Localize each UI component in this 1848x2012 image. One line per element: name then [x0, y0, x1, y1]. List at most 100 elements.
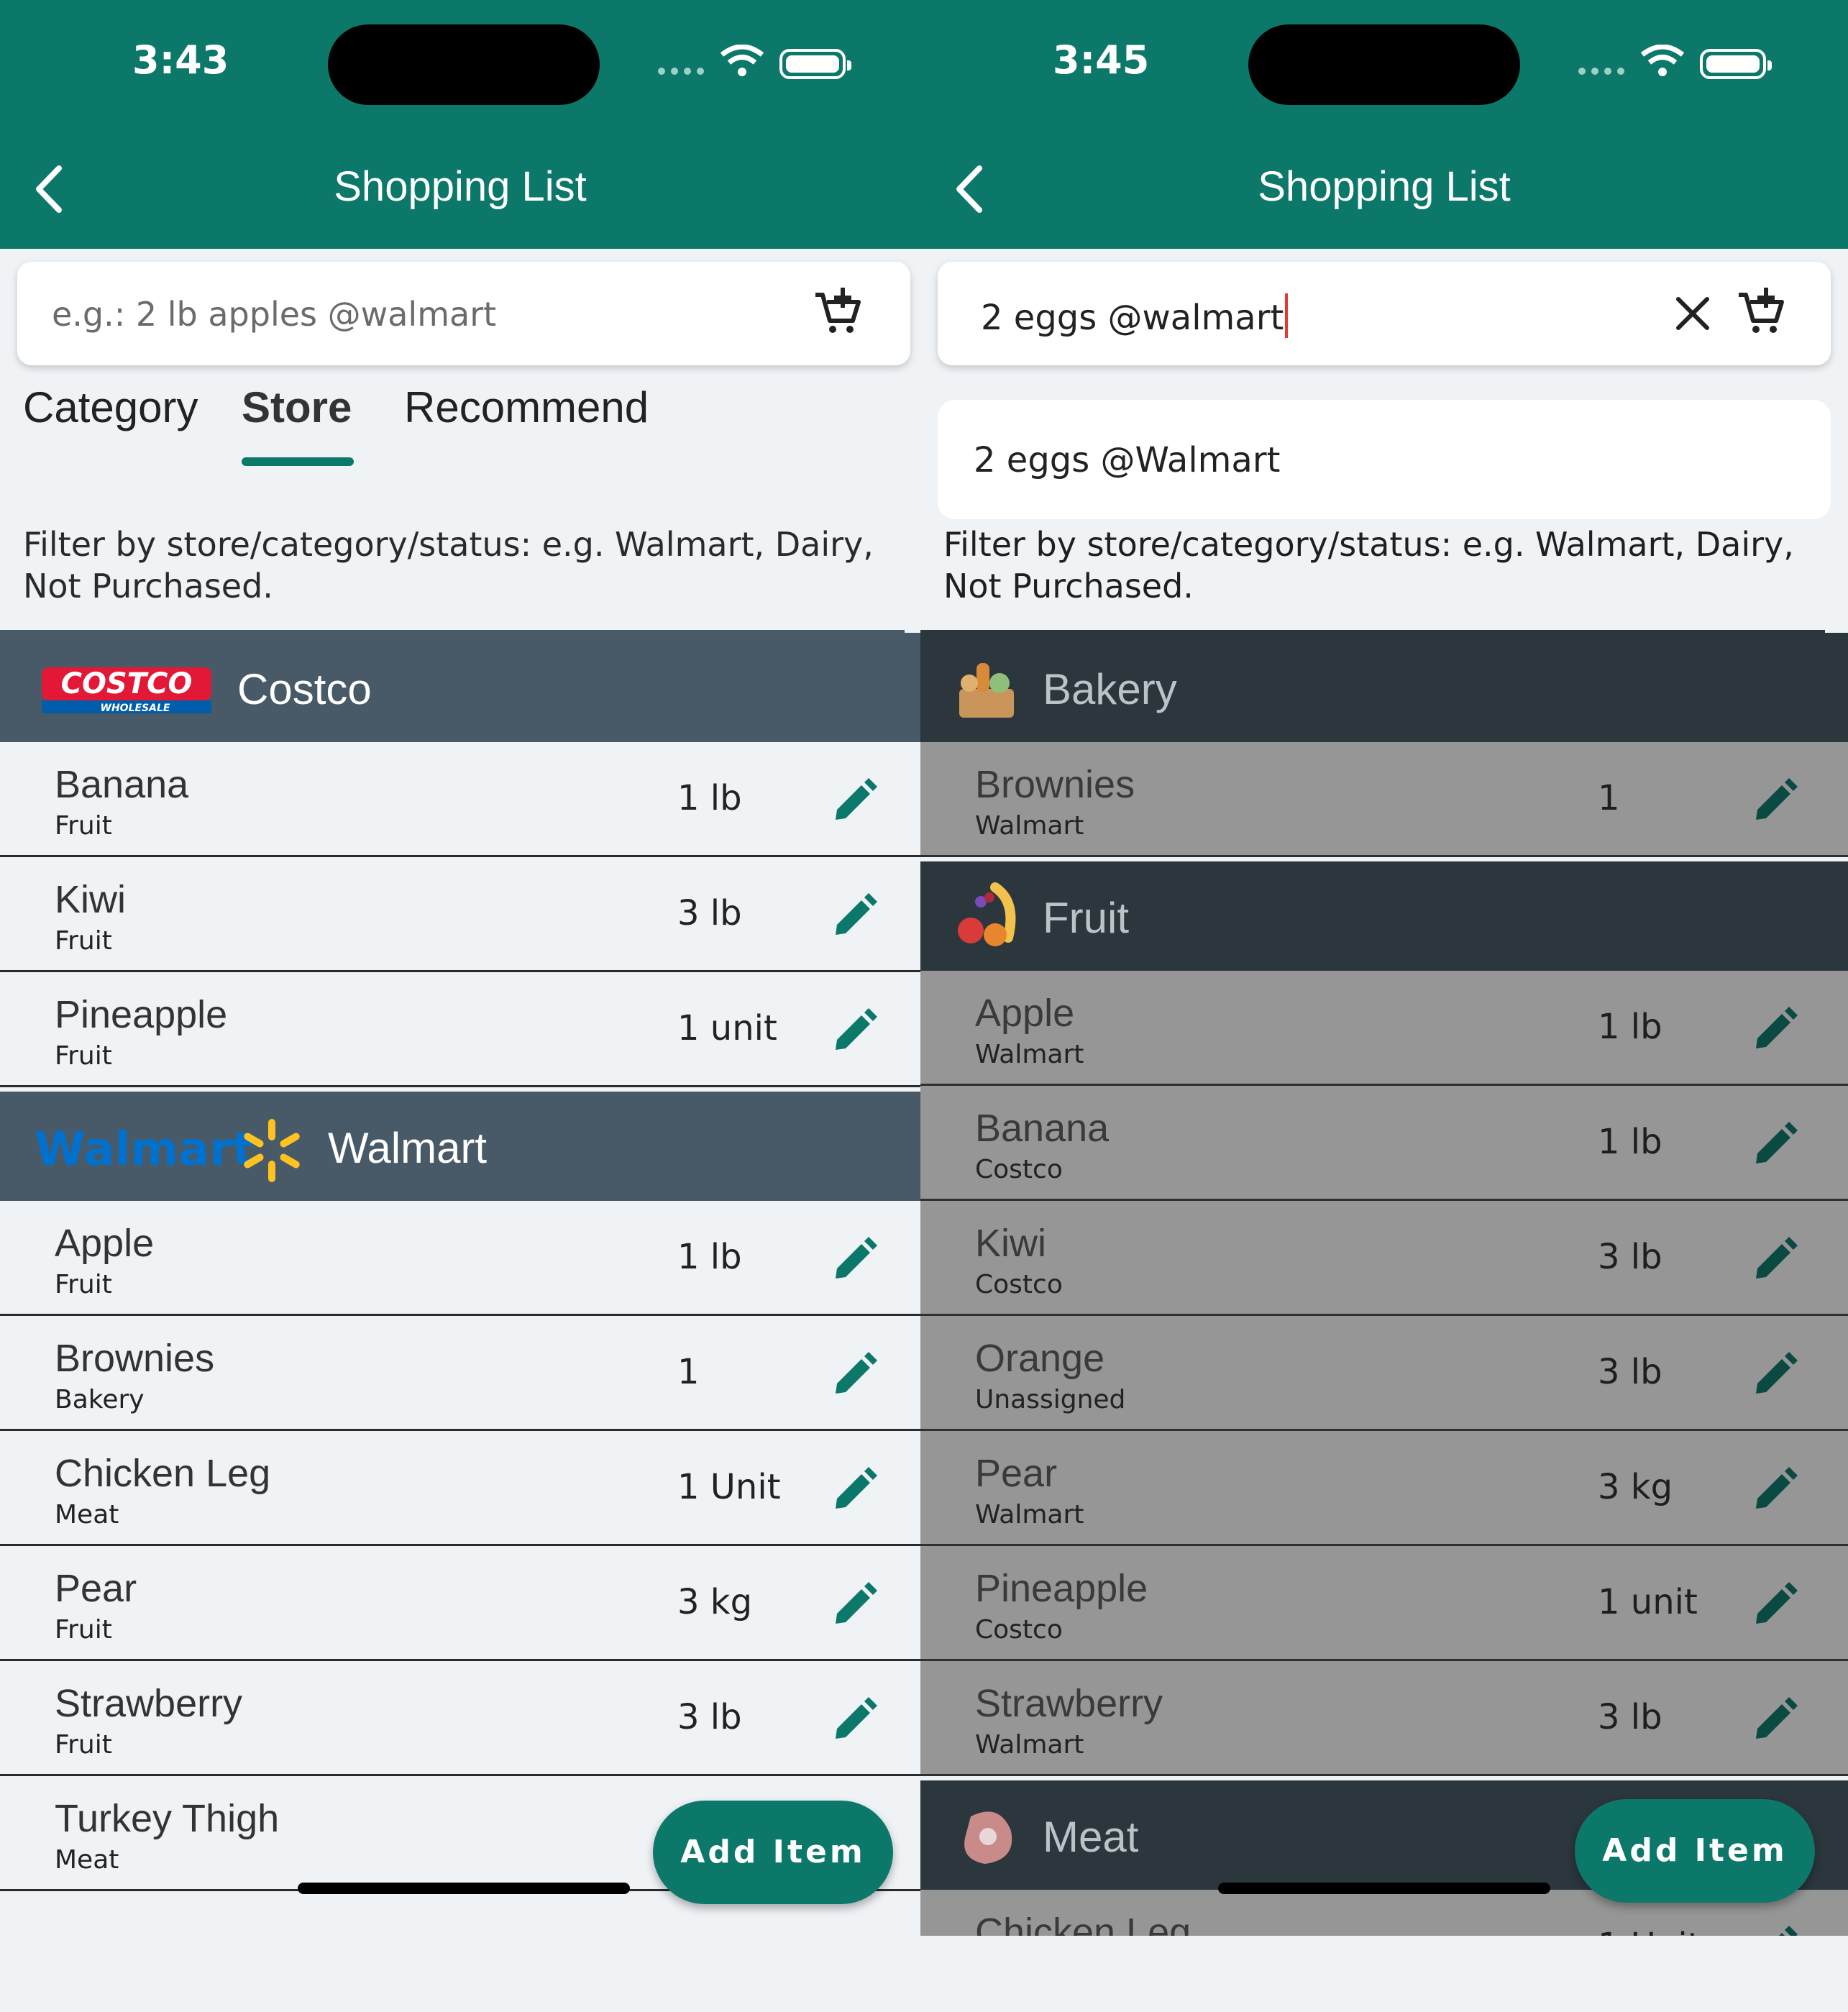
item-quantity: 1 unit: [1598, 1582, 1698, 1622]
item-quantity: 1 lb: [1598, 1122, 1662, 1162]
item-quantity: 3 lb: [1598, 1352, 1662, 1392]
edit-pencil-icon[interactable]: [1752, 1237, 1798, 1283]
tab-store[interactable]: Store: [242, 383, 352, 432]
category-header-fruit[interactable]: Fruit: [920, 861, 1848, 971]
edit-pencil-icon[interactable]: [831, 1352, 877, 1398]
item-category: Fruit: [55, 1041, 112, 1071]
costco-logo-text: COSTCO: [61, 667, 193, 700]
list-item[interactable]: Pineapple Costco 1 unit: [920, 1546, 1848, 1661]
item-name: Pear: [55, 1567, 137, 1610]
filter-hint: Filter by store/category/status: e.g. Wa…: [23, 525, 874, 605]
list-item[interactable]: Apple Walmart 1 lb: [920, 971, 1848, 1086]
edit-pencil-icon[interactable]: [1752, 1467, 1798, 1513]
item-store: Walmart: [975, 1040, 1084, 1069]
costco-logo: COSTCO WHOLESALE: [42, 667, 211, 714]
edit-pencil-icon[interactable]: [1752, 1582, 1798, 1628]
add-item-input[interactable]: 2 eggs @walmart: [938, 262, 1831, 365]
item-quantity: 1 Unit: [677, 1467, 781, 1507]
list-item[interactable]: Pear Walmart 3 kg: [920, 1431, 1848, 1546]
store-header-walmart[interactable]: Walmart Walmart: [0, 1092, 920, 1201]
item-quantity: 3 lb: [677, 893, 742, 933]
cellular-signal-icon: [1578, 68, 1624, 75]
edit-pencil-icon[interactable]: [831, 1467, 877, 1513]
list-item[interactable]: Apple Fruit 1 lb: [0, 1201, 920, 1316]
item-name: Brownies: [55, 1337, 215, 1380]
autocomplete-suggestion[interactable]: 2 eggs @Walmart: [938, 400, 1831, 519]
item-name: Pear: [975, 1452, 1058, 1495]
item-quantity: 3 kg: [1598, 1467, 1673, 1507]
list-item[interactable]: Strawberry Fruit 3 lb: [0, 1661, 920, 1776]
edit-pencil-icon[interactable]: [1752, 1352, 1798, 1398]
tab-category[interactable]: Category: [23, 383, 198, 432]
active-tab-indicator: [242, 457, 354, 466]
item-name: Pineapple: [55, 993, 228, 1036]
list-item[interactable]: Kiwi Costco 3 lb: [920, 1201, 1848, 1316]
add-item-input[interactable]: e.g.: 2 lb apples @walmart: [17, 262, 910, 365]
edit-pencil-icon[interactable]: [831, 1697, 877, 1743]
list-item[interactable]: Banana Costco 1 lb: [920, 1086, 1848, 1201]
list-item[interactable]: Kiwi Fruit 3 lb: [0, 857, 920, 972]
item-quantity: 3 kg: [677, 1582, 753, 1622]
item-quantity: 3 lb: [677, 1697, 742, 1737]
page-title: Shopping List: [1258, 163, 1511, 210]
item-category: Meat: [55, 1500, 119, 1529]
item-category: Meat: [55, 1845, 119, 1875]
add-item-button[interactable]: Add Item: [1575, 1799, 1815, 1903]
item-category: Fruit: [55, 811, 112, 841]
app-bar: 3:43 Shopping List: [0, 0, 920, 249]
edit-pencil-icon[interactable]: [1752, 1122, 1798, 1168]
item-store: Walmart: [975, 811, 1084, 841]
meat-icon: [964, 1811, 1012, 1864]
tab-recommend[interactable]: Recommend: [404, 383, 649, 432]
item-name: Orange: [975, 1337, 1105, 1380]
edit-pencil-icon[interactable]: [831, 778, 877, 824]
list-item[interactable]: Chicken Leg Meat 1 Unit: [0, 1431, 920, 1546]
add-item-button[interactable]: Add Item: [653, 1801, 893, 1904]
list-item[interactable]: Brownies Bakery 1: [0, 1316, 920, 1431]
list-item[interactable]: Pineapple Fruit 1 unit: [0, 972, 920, 1087]
status-time: 3:43: [132, 37, 229, 83]
list-item[interactable]: Orange Unassigned 3 lb: [920, 1316, 1848, 1431]
category-name-meat: Meat: [1043, 1813, 1139, 1861]
clear-icon[interactable]: [1670, 291, 1716, 337]
bread-basket-icon: [959, 663, 1014, 718]
filter-hint: Filter by store/category/status: e.g. Wa…: [943, 525, 1794, 605]
list-item[interactable]: Pear Fruit 3 kg: [0, 1546, 920, 1661]
costco-logo-subtext: WHOLESALE: [101, 703, 170, 714]
item-name: Pineapple: [975, 1567, 1148, 1610]
edit-pencil-icon[interactable]: [831, 893, 877, 939]
edit-pencil-icon[interactable]: [1752, 778, 1798, 824]
item-store: Costco: [975, 1615, 1063, 1645]
item-name: Kiwi: [975, 1222, 1047, 1265]
item-name: Strawberry: [975, 1682, 1163, 1725]
item-quantity: 3 lb: [1598, 1697, 1662, 1737]
phone-screen-right: 3:45 Shopping List Filter by store/categ…: [920, 0, 1848, 2012]
battery-icon: [779, 49, 851, 79]
battery-icon: [1700, 49, 1772, 79]
edit-pencil-icon[interactable]: [1752, 1697, 1798, 1743]
add-item-text: 2 eggs @walmart: [981, 298, 1284, 338]
list-item[interactable]: Banana Fruit 1 lb: [0, 742, 920, 857]
list-item[interactable]: Strawberry Walmart 3 lb: [920, 1661, 1848, 1776]
category-name-fruit: Fruit: [1043, 894, 1129, 942]
edit-pencil-icon[interactable]: [831, 1582, 877, 1628]
item-name: Kiwi: [55, 878, 127, 921]
item-name: Turkey Thigh: [55, 1797, 280, 1840]
edit-pencil-icon[interactable]: [831, 1008, 877, 1054]
wifi-icon: [1641, 45, 1684, 76]
walmart-logo: Walmart: [35, 1119, 300, 1182]
item-category: Fruit: [55, 1270, 112, 1299]
wifi-icon: [721, 45, 764, 76]
page-title: Shopping List: [334, 163, 587, 210]
store-header-costco[interactable]: COSTCO WHOLESALE Costco: [0, 633, 920, 742]
list-item[interactable]: Brownies Walmart 1: [920, 742, 1848, 857]
add-to-cart-icon[interactable]: [1736, 288, 1786, 338]
add-to-cart-icon[interactable]: [813, 288, 863, 338]
item-name: Banana: [975, 1107, 1110, 1150]
category-header-bakery[interactable]: Bakery: [920, 633, 1848, 742]
item-category: Fruit: [55, 926, 112, 956]
item-quantity: 1: [677, 1352, 700, 1392]
edit-pencil-icon[interactable]: [831, 1237, 877, 1283]
edit-pencil-icon[interactable]: [1752, 1007, 1798, 1053]
item-store: Costco: [975, 1270, 1063, 1299]
